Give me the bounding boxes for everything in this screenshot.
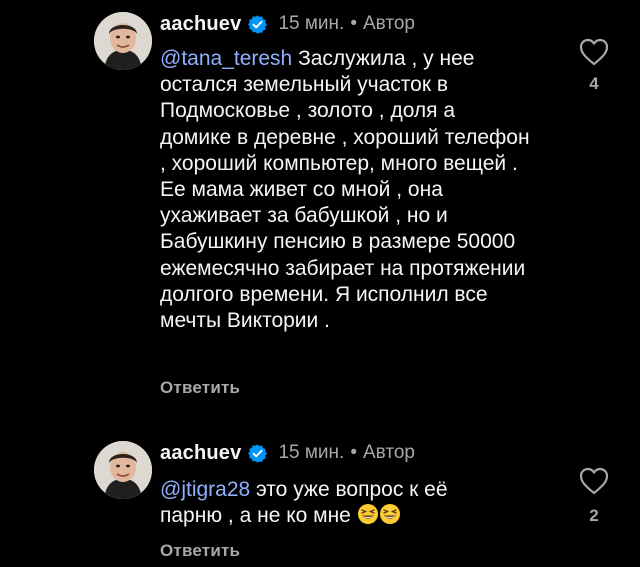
- separator-dot: •: [350, 13, 357, 34]
- avatar[interactable]: [94, 441, 152, 499]
- avatar-photo: [94, 12, 152, 70]
- reply-button[interactable]: Ответить: [160, 378, 240, 398]
- heart-outline-icon[interactable]: [578, 37, 610, 67]
- heart-outline-icon[interactable]: [578, 466, 610, 496]
- mention-link[interactable]: @jtigra28: [160, 478, 250, 501]
- username[interactable]: aachuev: [160, 13, 241, 36]
- mention-link[interactable]: @tana_teresh: [160, 47, 292, 70]
- author-label: Автор: [362, 442, 415, 463]
- like-count: 2: [589, 506, 599, 525]
- username[interactable]: aachuev: [160, 442, 241, 465]
- verified-badge-icon: [247, 14, 268, 35]
- author-label: Автор: [362, 13, 415, 34]
- comment-text: @tana_teresh Заслужила , у нее остался з…: [160, 46, 530, 334]
- comment-meta: 15 мин. • Автор: [278, 442, 415, 464]
- separator-dot: •: [350, 442, 357, 463]
- reply-button[interactable]: Ответить: [160, 541, 240, 561]
- timestamp: 15 мин.: [278, 442, 345, 463]
- avatar[interactable]: [94, 12, 152, 70]
- like-count: 4: [589, 74, 599, 93]
- comment-body: Заслужила , у нее остался земельный учас…: [160, 47, 530, 333]
- comment-text: @jtigra28 это уже вопрос к её парню , а …: [160, 477, 490, 529]
- verified-badge-icon: [247, 443, 268, 464]
- comment-meta: 15 мин. • Автор: [278, 13, 415, 35]
- timestamp: 15 мин.: [278, 13, 345, 34]
- avatar-photo: [94, 441, 152, 499]
- grinning-squinting-face-icon: [379, 503, 401, 525]
- grinning-squinting-face-icon: [357, 503, 379, 525]
